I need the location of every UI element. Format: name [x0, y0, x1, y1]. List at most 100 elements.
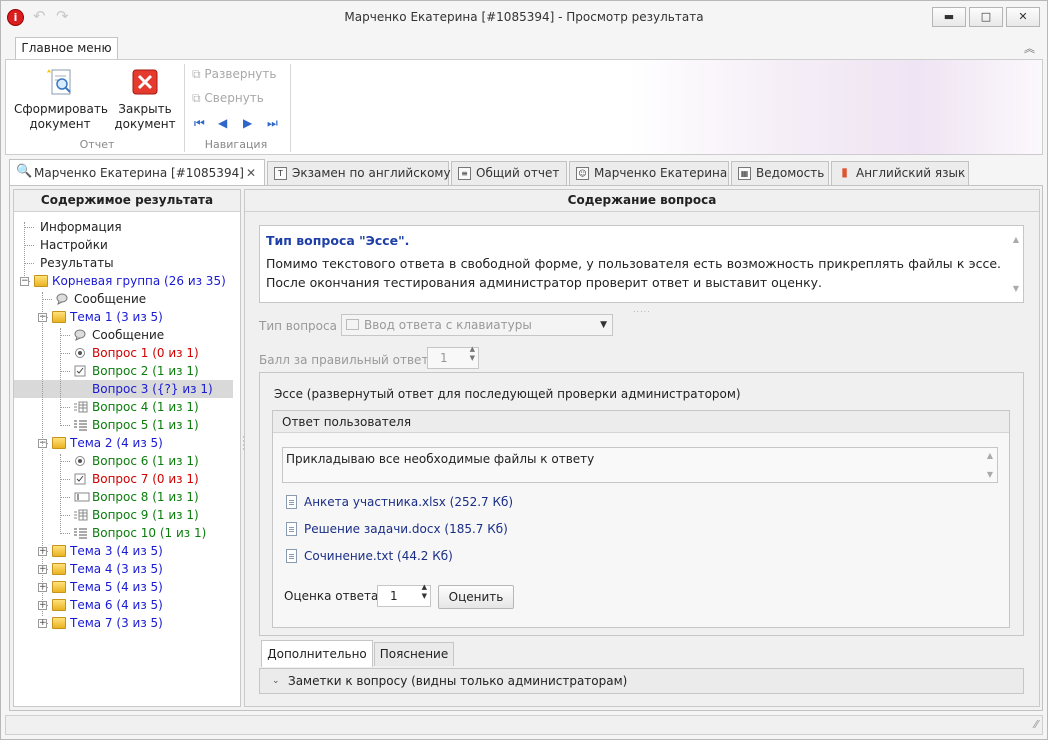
tab-label: Марченко Екатерина [#1085394] [34, 166, 244, 180]
chevron-down-icon: ⌄ [272, 676, 280, 686]
collapse-button[interactable]: ⧉ Свернуть [192, 91, 264, 106]
resize-grip[interactable]: ..... [633, 305, 651, 314]
grade-spinner[interactable]: 1 ▲ ▼ [377, 583, 431, 607]
tree-item[interactable]: Тема 6 (4 из 5) [70, 596, 163, 614]
tree-item[interactable]: Вопрос 6 (1 из 1) [92, 452, 199, 470]
tree-item[interactable]: Тема 4 (3 из 5) [70, 560, 163, 578]
tree-item[interactable]: Тема 2 (4 из 5) [70, 434, 163, 452]
folder-icon [52, 563, 66, 575]
tree-item[interactable]: Вопрос 5 (1 из 1) [92, 416, 199, 434]
last-icon[interactable]: ⏭ [267, 116, 278, 131]
generate-document-label: Сформировать документ [14, 102, 108, 131]
question-content-pane: Содержание вопроса Тип вопроса "Эссе". П… [244, 189, 1040, 707]
grade-button[interactable]: Оценить [438, 585, 514, 609]
tree-item-label: Корневая группа (26 из 35) [52, 274, 226, 288]
question-text-box[interactable]: Тип вопроса "Эссе". Помимо текстового от… [259, 225, 1024, 303]
folder-icon [52, 437, 66, 449]
tree-item-label: Тема 5 (4 из 5) [70, 580, 163, 594]
tab-statement[interactable]: ▦ Ведомость [731, 161, 829, 185]
tree-connector [60, 479, 70, 480]
scroll-down-icon[interactable]: ▼ [987, 470, 993, 479]
chevron-down-icon: ▼ [600, 320, 607, 330]
tree-item-label: Тема 3 (4 из 5) [70, 544, 163, 558]
answer-text-box[interactable]: Прикладываю все необходимые файлы к отве… [282, 447, 998, 483]
generate-document-button[interactable]: Сформировать документ [14, 66, 108, 132]
minimize-button[interactable]: ▬ [932, 7, 966, 27]
maximize-button[interactable]: □ [969, 7, 1003, 27]
tree-item[interactable]: Настройки [40, 236, 108, 254]
result-contents-header: Содержимое результата [14, 190, 240, 212]
folder-icon [52, 617, 66, 629]
tree-item[interactable]: Вопрос 3 ({?} из 1) [14, 380, 233, 398]
message-icon [74, 329, 86, 344]
expander-icon[interactable]: − [20, 277, 29, 286]
score-spinner[interactable]: 1 ▲ ▼ [427, 345, 479, 369]
close-document-button[interactable]: Закрыть документ [110, 66, 180, 132]
essay-group: Эссе (развернутый ответ для последующей … [259, 372, 1024, 636]
expander-icon[interactable]: + [38, 619, 47, 628]
collapse-ribbon-icon[interactable]: ︽ [1024, 40, 1035, 56]
tree-item[interactable]: Вопрос 1 (0 из 1) [92, 344, 199, 362]
ribbon-separator [184, 64, 185, 152]
generate-document-icon [44, 66, 76, 98]
tab-result-view[interactable]: 🔍 Марченко Екатерина [#1085394] ✕ [9, 159, 265, 186]
attachment-link[interactable]: Сочинение.txt (44.2 Кб) [285, 547, 453, 565]
tree-item[interactable]: Сообщение [92, 326, 164, 344]
group-navigation-label: Навигация [204, 138, 268, 151]
previous-icon[interactable]: ◀ [218, 116, 227, 130]
tree-item[interactable]: Вопрос 10 (1 из 1) [92, 524, 206, 542]
size-grip-icon[interactable]: ⁄⁄ [1034, 718, 1038, 731]
next-icon[interactable]: ▶ [243, 116, 252, 130]
tree-item-label: Вопрос 8 (1 из 1) [92, 490, 199, 504]
grade-label: Оценка ответа [284, 589, 379, 603]
tab-english-exam[interactable]: T Экзамен по английскому [267, 161, 451, 185]
attachment-link[interactable]: Решение задачи.docx (185.7 Кб) [285, 520, 508, 538]
first-icon[interactable]: ⏮ [194, 116, 205, 131]
tree-item[interactable]: Корневая группа (26 из 35) [52, 272, 226, 290]
close-window-button[interactable]: ✕ [1006, 7, 1040, 27]
tree-connector [60, 335, 70, 336]
file-icon [286, 549, 297, 563]
tree-item[interactable]: Сообщение [74, 290, 146, 308]
scroll-up-icon[interactable]: ▲ [1013, 230, 1019, 249]
attachment-name: Сочинение.txt (44.2 Кб) [304, 549, 453, 563]
question-type-combo[interactable]: Ввод ответа с клавиатуры ▼ [341, 314, 613, 336]
essay-title: Эссе (развернутый ответ для последующей … [274, 387, 741, 401]
tree-item[interactable]: Тема 1 (3 из 5) [70, 308, 163, 326]
ribbon: Сформировать документ Закрыть документ О… [5, 59, 1043, 155]
tree-item[interactable]: Вопрос 7 (0 из 1) [92, 470, 199, 488]
ribbon-tabs: Главное меню ︽ [1, 35, 1047, 60]
attachment-link[interactable]: Анкета участника.xlsx (252.7 Кб) [285, 493, 513, 511]
notes-label: Заметки к вопросу (видны только админист… [288, 674, 628, 688]
tree-item[interactable]: Вопрос 2 (1 из 1) [92, 362, 199, 380]
tree-connector [60, 371, 70, 372]
tree-item-label: Тема 4 (3 из 5) [70, 562, 163, 576]
tab-general-report[interactable]: ≡ Общий отчет [451, 161, 567, 185]
tree-item[interactable]: Вопрос 4 (1 из 1) [92, 398, 199, 416]
tree-item[interactable]: Тема 5 (4 из 5) [70, 578, 163, 596]
tab-additional[interactable]: Дополнительно [261, 640, 373, 667]
tree-connector [60, 328, 61, 426]
scroll-up-icon[interactable]: ▲ [987, 451, 993, 460]
tree-connector [42, 299, 52, 300]
scroll-down-icon[interactable]: ▼ [1013, 279, 1019, 298]
tree-item[interactable]: Тема 3 (4 из 5) [70, 542, 163, 560]
folder-icon [52, 545, 66, 557]
expand-button[interactable]: ⧉ Развернуть [192, 67, 276, 82]
tree-connector [24, 227, 34, 228]
tree-item[interactable]: Результаты [40, 254, 114, 272]
notes-expander[interactable]: ⌄ Заметки к вопросу (видны только админи… [259, 668, 1024, 694]
tree-item[interactable]: Вопрос 9 (1 из 1) [92, 506, 199, 524]
tree-item[interactable]: Тема 7 (3 из 5) [70, 614, 163, 632]
tab-english-language[interactable]: ▮ Английский язык [831, 161, 969, 185]
tab-explanation[interactable]: Пояснение [374, 642, 454, 666]
collapse-label: Свернуть [204, 91, 264, 105]
tree-item[interactable]: Вопрос 8 (1 из 1) [92, 488, 199, 506]
tree-item-label: Вопрос 10 (1 из 1) [92, 526, 207, 540]
tree-item[interactable]: Информация [40, 218, 122, 236]
tree-connector [60, 353, 70, 354]
close-tab-icon[interactable]: ✕ [246, 160, 256, 186]
tab-user[interactable]: ☺ Марченко Екатерина [569, 161, 729, 185]
tab-main-menu[interactable]: Главное меню [15, 37, 118, 60]
textinput-icon [74, 491, 90, 506]
